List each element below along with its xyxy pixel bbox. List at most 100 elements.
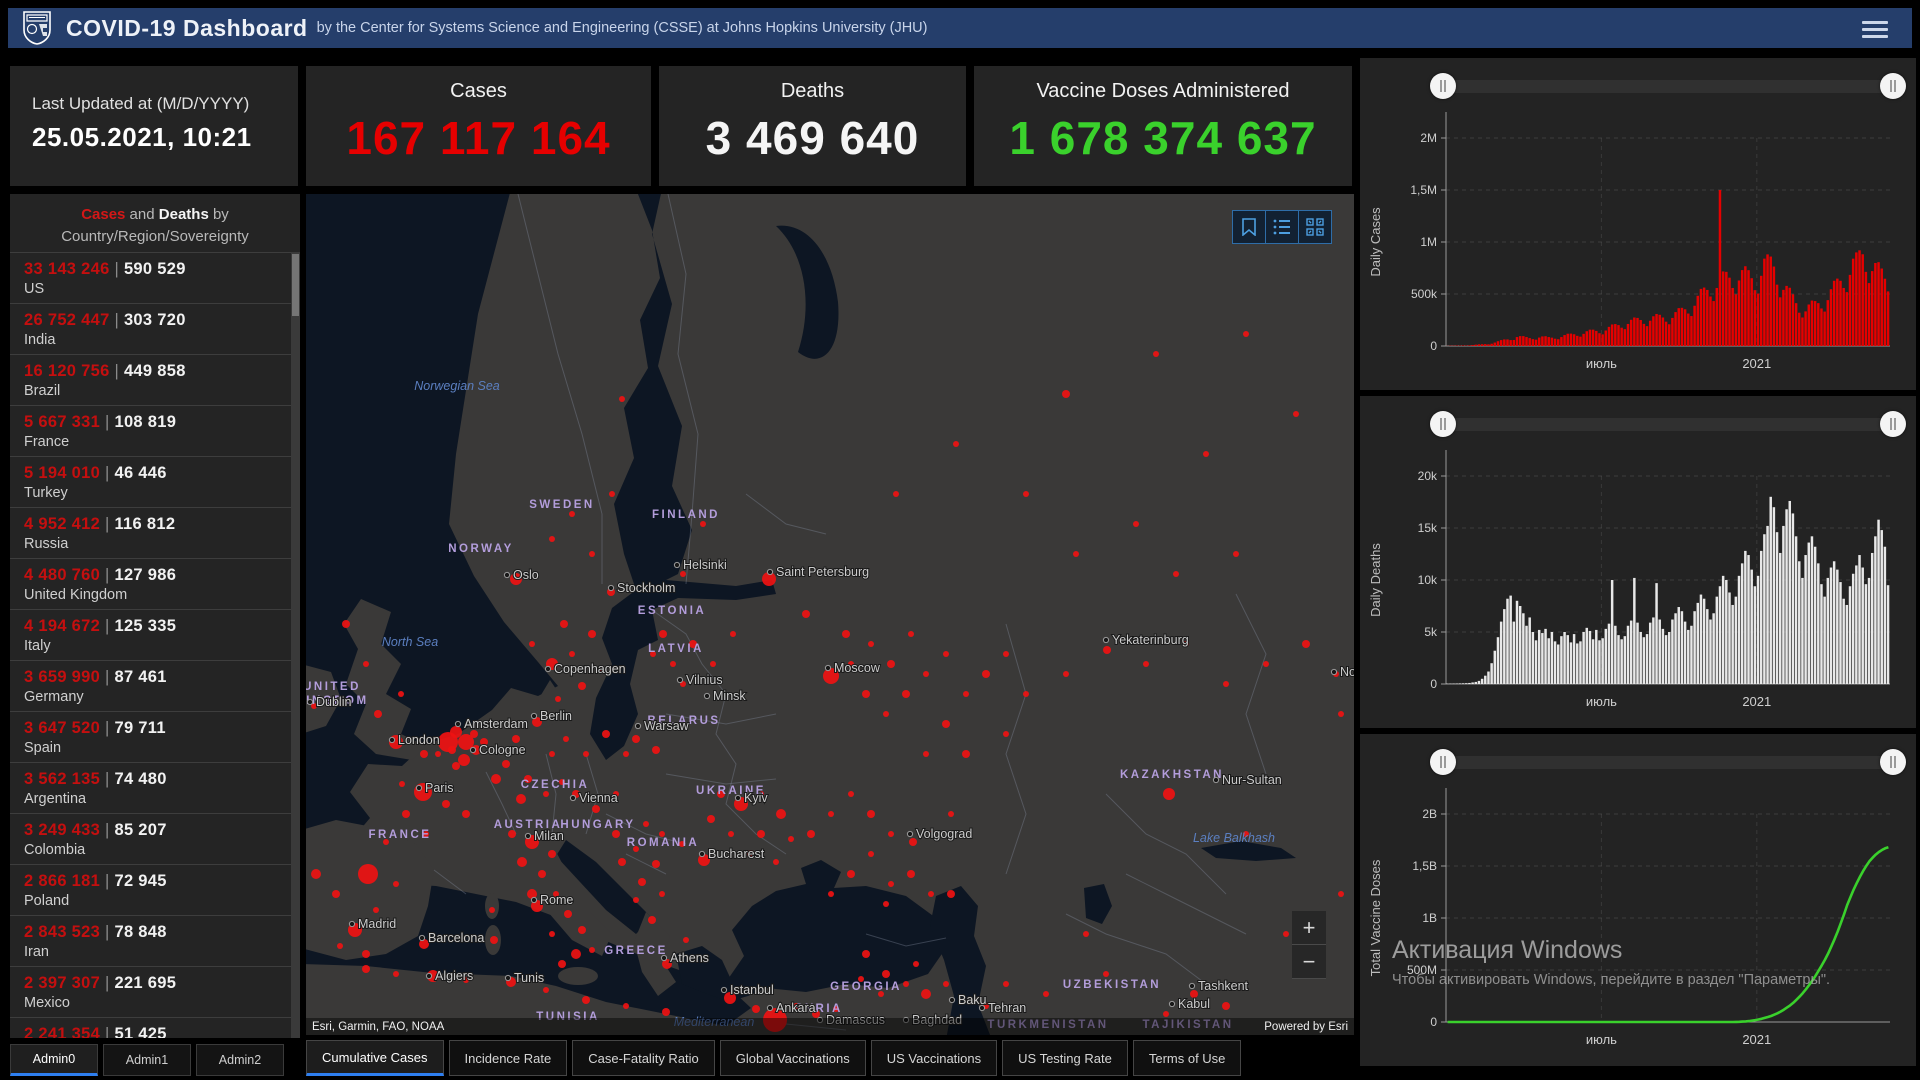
case-bubble[interactable]	[659, 891, 665, 897]
case-bubble[interactable]	[502, 760, 510, 768]
case-bubble[interactable]	[549, 751, 555, 757]
country-row[interactable]: 5 194 010 | 46 446Turkey	[10, 456, 300, 507]
case-bubble[interactable]	[1003, 981, 1009, 987]
country-row[interactable]: 4 194 672 | 125 335Italy	[10, 609, 300, 660]
zoom-in-button[interactable]: +	[1292, 911, 1326, 945]
case-bubble[interactable]	[529, 641, 535, 647]
case-bubble[interactable]	[362, 950, 370, 958]
map-tab-cumulative-cases[interactable]: Cumulative Cases	[306, 1040, 444, 1076]
case-bubble[interactable]	[907, 870, 915, 878]
case-bubble[interactable]	[757, 830, 765, 838]
case-bubble[interactable]	[517, 857, 527, 867]
case-bubble[interactable]	[862, 950, 870, 958]
case-bubble[interactable]	[828, 891, 834, 897]
map-tab-terms-of-use[interactable]: Terms of Use	[1133, 1040, 1242, 1076]
case-bubble[interactable]	[1302, 640, 1310, 648]
case-bubble[interactable]	[882, 970, 890, 978]
case-bubble[interactable]	[1133, 521, 1139, 527]
case-bubble[interactable]	[862, 690, 870, 698]
case-bubble[interactable]	[883, 711, 889, 717]
case-bubble[interactable]	[337, 943, 343, 949]
admin-tab-admin1[interactable]: Admin1	[103, 1044, 191, 1076]
case-bubble[interactable]	[623, 751, 629, 757]
map-tab-case-fatality-ratio[interactable]: Case-Fatality Ratio	[572, 1040, 715, 1076]
case-bubble[interactable]	[1163, 1011, 1169, 1017]
case-bubble[interactable]	[1103, 971, 1109, 977]
bookmark-icon[interactable]	[1233, 211, 1265, 243]
case-bubble[interactable]	[943, 981, 949, 987]
case-bubble[interactable]	[888, 831, 894, 837]
case-bubble[interactable]	[452, 762, 460, 770]
case-bubble[interactable]	[1293, 411, 1299, 417]
case-bubble[interactable]	[707, 815, 715, 823]
country-row[interactable]: 2 843 523 | 78 848Iran	[10, 915, 300, 966]
case-bubble[interactable]	[1023, 691, 1029, 697]
case-bubble[interactable]	[728, 831, 734, 837]
country-row[interactable]: 3 647 520 | 79 711Spain	[10, 711, 300, 762]
case-bubble[interactable]	[913, 961, 919, 967]
case-bubble[interactable]	[700, 521, 706, 527]
case-bubble[interactable]	[887, 660, 895, 668]
case-bubble[interactable]	[399, 781, 405, 787]
case-bubble[interactable]	[953, 441, 959, 447]
case-bubble[interactable]	[652, 860, 660, 868]
case-bubble[interactable]	[560, 620, 568, 628]
case-bubble[interactable]	[807, 830, 815, 838]
layers-grid-icon[interactable]	[1298, 211, 1331, 243]
time-range-slider[interactable]	[1442, 418, 1894, 431]
case-bubble[interactable]	[592, 805, 600, 813]
map-tab-incidence-rate[interactable]: Incidence Rate	[449, 1040, 568, 1076]
case-bubble[interactable]	[633, 897, 639, 903]
country-row[interactable]: 3 249 433 | 85 207Colombia	[10, 813, 300, 864]
case-bubble[interactable]	[612, 830, 620, 838]
case-bubble[interactable]	[893, 491, 899, 497]
case-bubble[interactable]	[943, 651, 949, 657]
case-bubble[interactable]	[374, 710, 382, 718]
case-bubble[interactable]	[962, 750, 970, 758]
case-bubble[interactable]	[578, 926, 586, 934]
case-bubble[interactable]	[1103, 646, 1111, 654]
case-bubble[interactable]	[549, 536, 555, 542]
case-bubble[interactable]	[442, 800, 450, 808]
case-bubble[interactable]	[438, 732, 458, 752]
case-bubble[interactable]	[342, 620, 350, 628]
legend-icon[interactable]	[1265, 211, 1298, 243]
time-range-slider[interactable]	[1442, 756, 1894, 769]
case-bubble[interactable]	[923, 751, 929, 757]
case-bubble[interactable]	[670, 661, 676, 667]
case-bubble[interactable]	[489, 907, 495, 913]
case-bubble[interactable]	[1283, 931, 1289, 937]
case-bubble[interactable]	[1003, 651, 1009, 657]
case-bubble[interactable]	[578, 682, 586, 690]
case-bubble[interactable]	[1063, 671, 1069, 677]
case-bubble[interactable]	[555, 696, 561, 702]
case-bubble[interactable]	[828, 811, 834, 817]
country-row[interactable]: 2 241 354 | 51 425Ukraine	[10, 1017, 300, 1038]
case-bubble[interactable]	[802, 610, 810, 618]
case-bubble[interactable]	[638, 878, 646, 886]
case-bubble[interactable]	[548, 850, 556, 858]
case-bubble[interactable]	[402, 810, 410, 818]
case-bubble[interactable]	[903, 981, 909, 987]
case-bubble[interactable]	[462, 810, 470, 818]
case-bubble[interactable]	[1233, 551, 1239, 557]
country-row[interactable]: 2 397 307 | 221 695Mexico	[10, 966, 300, 1017]
case-bubble[interactable]	[982, 670, 990, 678]
case-bubble[interactable]	[564, 910, 572, 918]
admin-tab-admin0[interactable]: Admin0	[10, 1044, 98, 1076]
case-bubble[interactable]	[362, 965, 370, 973]
case-bubble[interactable]	[1163, 788, 1175, 800]
case-bubble[interactable]	[393, 971, 399, 977]
case-bubble[interactable]	[888, 881, 894, 887]
case-bubble[interactable]	[902, 690, 910, 698]
case-bubble[interactable]	[921, 989, 931, 999]
case-bubble[interactable]	[1073, 551, 1079, 557]
case-bubble[interactable]	[776, 809, 786, 819]
case-bubble[interactable]	[648, 916, 656, 924]
case-bubble[interactable]	[868, 641, 874, 647]
case-bubble[interactable]	[908, 631, 914, 637]
case-bubble[interactable]	[1153, 351, 1159, 357]
case-bubble[interactable]	[1003, 731, 1009, 737]
case-bubble[interactable]	[1338, 891, 1344, 897]
case-bubble[interactable]	[683, 937, 689, 943]
